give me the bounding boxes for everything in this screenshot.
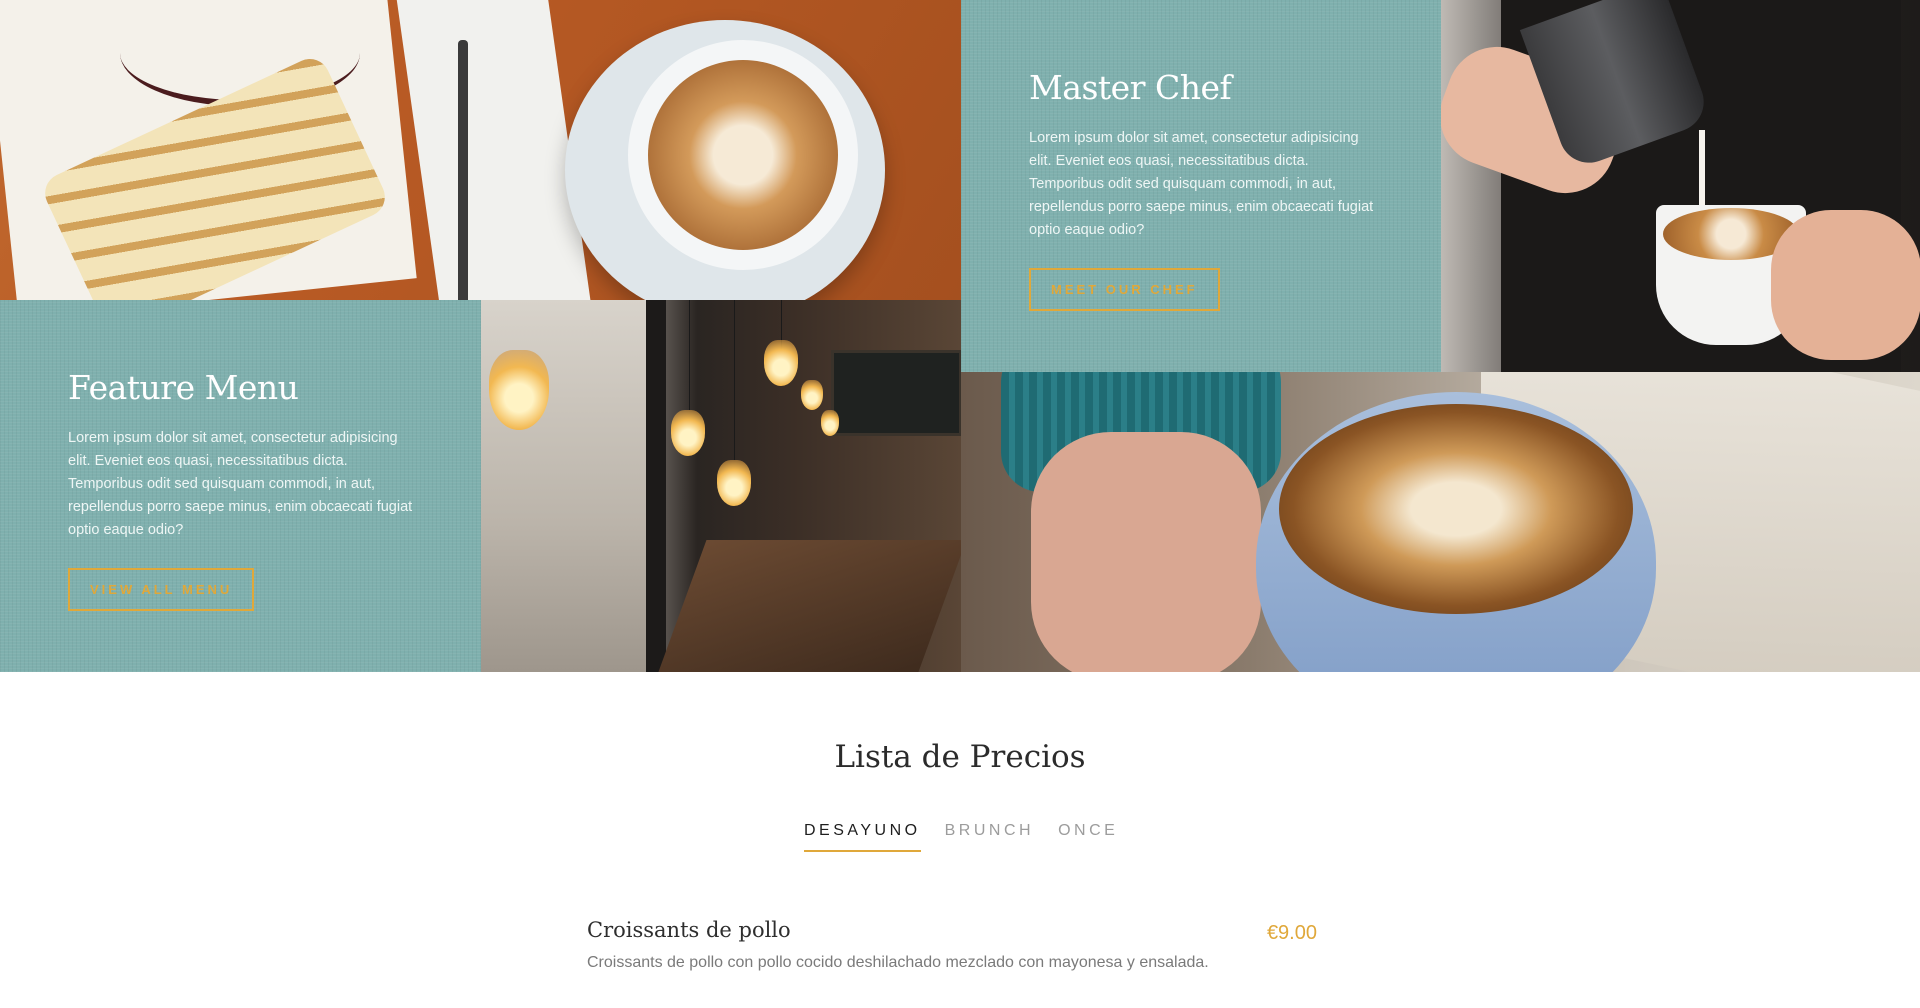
feature-menu-title: Feature Menu [68, 368, 299, 407]
meet-our-chef-button[interactable]: MEET OUR CHEF [1029, 268, 1220, 311]
master-chef-title: Master Chef [1029, 68, 1232, 107]
feature-menu-panel: Feature Menu Lorem ipsum dolor sit amet,… [0, 300, 481, 672]
latte-book-photo [961, 372, 1920, 672]
menu-item: Croissants de pollo Croissants de pollo … [587, 918, 1317, 972]
tab-brunch[interactable]: BRUNCH [945, 822, 1034, 852]
master-chef-text: Lorem ipsum dolor sit amet, consectetur … [1029, 130, 1374, 238]
view-all-menu-button[interactable]: VIEW ALL MENU [68, 568, 255, 611]
menu-item-name: Croissants de pollo [587, 918, 791, 942]
barista-pouring-photo [1441, 0, 1920, 372]
menu-item-price: €9.00 [1266, 922, 1317, 944]
gallery-grid: Master Chef Lorem ipsum dolor sit amet, … [0, 0, 1920, 672]
tab-once[interactable]: ONCE [1058, 822, 1118, 852]
price-list-tabs: DESAYUNO BRUNCH ONCE [804, 822, 1142, 852]
cafe-interior-photo [481, 300, 961, 672]
menu-item-description: Croissants de pollo con pollo cocido des… [587, 954, 1209, 971]
feature-menu-text: Lorem ipsum dolor sit amet, consectetur … [68, 430, 413, 538]
price-list-title: Lista de Precios [834, 739, 1086, 775]
tab-desayuno[interactable]: DESAYUNO [804, 822, 921, 852]
cake-coffee-photo [0, 0, 961, 300]
master-chef-panel: Master Chef Lorem ipsum dolor sit amet, … [961, 0, 1441, 372]
